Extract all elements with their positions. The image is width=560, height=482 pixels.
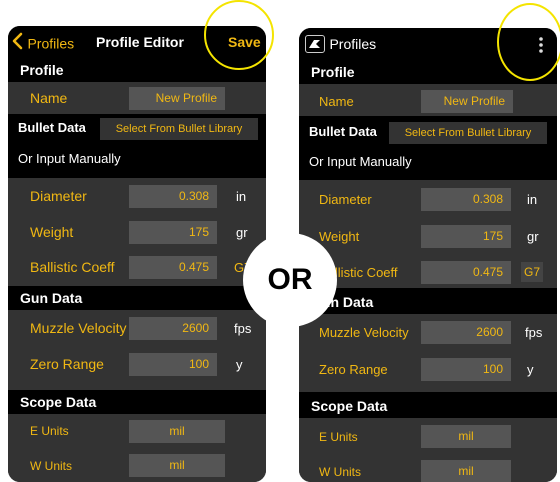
app-logo-icon bbox=[305, 35, 325, 53]
name-label: Name bbox=[319, 94, 354, 109]
e-units-label: E Units bbox=[30, 424, 69, 438]
ballistic-coeff-input[interactable]: 0.475 bbox=[421, 261, 511, 284]
drag-model-unit[interactable]: G7 bbox=[521, 262, 543, 282]
zero-range-unit: y bbox=[236, 357, 243, 372]
zero-range-label: Zero Range bbox=[319, 362, 388, 377]
bullet-library-button[interactable]: Select From Bullet Library bbox=[389, 122, 547, 144]
w-units-select[interactable]: mil bbox=[129, 454, 225, 477]
or-badge: OR bbox=[243, 233, 337, 327]
zero-range-label: Zero Range bbox=[30, 356, 104, 372]
e-units-select[interactable]: mil bbox=[129, 420, 225, 443]
muzzle-velocity-input[interactable]: 2600 bbox=[129, 317, 217, 340]
section-gun-data: Gun Data bbox=[8, 286, 266, 310]
diameter-unit: in bbox=[236, 189, 247, 204]
muzzle-velocity-label: Muzzle Velocity bbox=[30, 320, 127, 336]
right-phone-screen: Profiles Profile Name New Profile Bullet… bbox=[299, 28, 557, 482]
muzzle-velocity-unit: fps bbox=[525, 325, 543, 340]
weight-unit: gr bbox=[527, 229, 539, 244]
muzzle-velocity-input[interactable]: 2600 bbox=[421, 321, 511, 344]
diameter-input[interactable]: 0.308 bbox=[421, 188, 511, 211]
left-phone-screen: Profiles Profile Editor Save Profile Nam… bbox=[8, 26, 266, 482]
menu-highlight-circle bbox=[497, 3, 560, 81]
zero-range-unit: y bbox=[527, 362, 534, 377]
diameter-label: Diameter bbox=[30, 188, 87, 204]
zero-range-input[interactable]: 100 bbox=[421, 358, 511, 381]
profiles-button[interactable]: Profiles bbox=[305, 35, 376, 53]
bullet-library-button[interactable]: Select From Bullet Library bbox=[100, 118, 258, 140]
bullet-data-label: Bullet Data bbox=[18, 120, 86, 135]
ballistic-coeff-label: Ballistic Coeff bbox=[30, 259, 115, 275]
save-highlight-circle bbox=[204, 0, 274, 70]
section-gun-data: Gun Data bbox=[299, 290, 557, 314]
e-units-select[interactable]: mil bbox=[421, 425, 511, 448]
weight-label: Weight bbox=[30, 224, 74, 240]
weight-label: Weight bbox=[319, 229, 360, 244]
page-title: Profile Editor bbox=[96, 34, 184, 50]
ballistic-coeff-input[interactable]: 0.475 bbox=[129, 256, 217, 279]
w-units-label: W Units bbox=[319, 465, 361, 479]
section-scope-data: Scope Data bbox=[299, 394, 557, 418]
w-units-select[interactable]: mil bbox=[421, 460, 511, 482]
w-units-label: W Units bbox=[30, 459, 72, 473]
muzzle-velocity-unit: fps bbox=[234, 321, 252, 336]
back-label: Profiles bbox=[27, 35, 75, 52]
diameter-input[interactable]: 0.308 bbox=[129, 185, 217, 208]
e-units-label: E Units bbox=[319, 430, 358, 444]
diameter-unit: in bbox=[527, 192, 538, 207]
section-scope-data: Scope Data bbox=[8, 390, 266, 414]
back-button[interactable]: Profiles bbox=[12, 32, 74, 55]
profiles-label: Profiles bbox=[329, 36, 377, 52]
name-input[interactable]: New Profile bbox=[421, 90, 513, 113]
weight-input[interactable]: 175 bbox=[421, 225, 511, 248]
muzzle-velocity-label: Muzzle Velocity bbox=[319, 325, 409, 340]
input-manually-label: Or Input Manually bbox=[18, 151, 121, 166]
name-label: Name bbox=[30, 90, 68, 106]
bullet-data-label: Bullet Data bbox=[309, 124, 377, 139]
weight-input[interactable]: 175 bbox=[129, 221, 217, 244]
diameter-label: Diameter bbox=[319, 192, 372, 207]
name-input[interactable]: New Profile bbox=[129, 87, 225, 110]
chevron-left-icon bbox=[12, 32, 23, 55]
input-manually-label: Or Input Manually bbox=[309, 154, 412, 169]
weight-unit: gr bbox=[236, 225, 248, 240]
zero-range-input[interactable]: 100 bbox=[129, 353, 217, 376]
